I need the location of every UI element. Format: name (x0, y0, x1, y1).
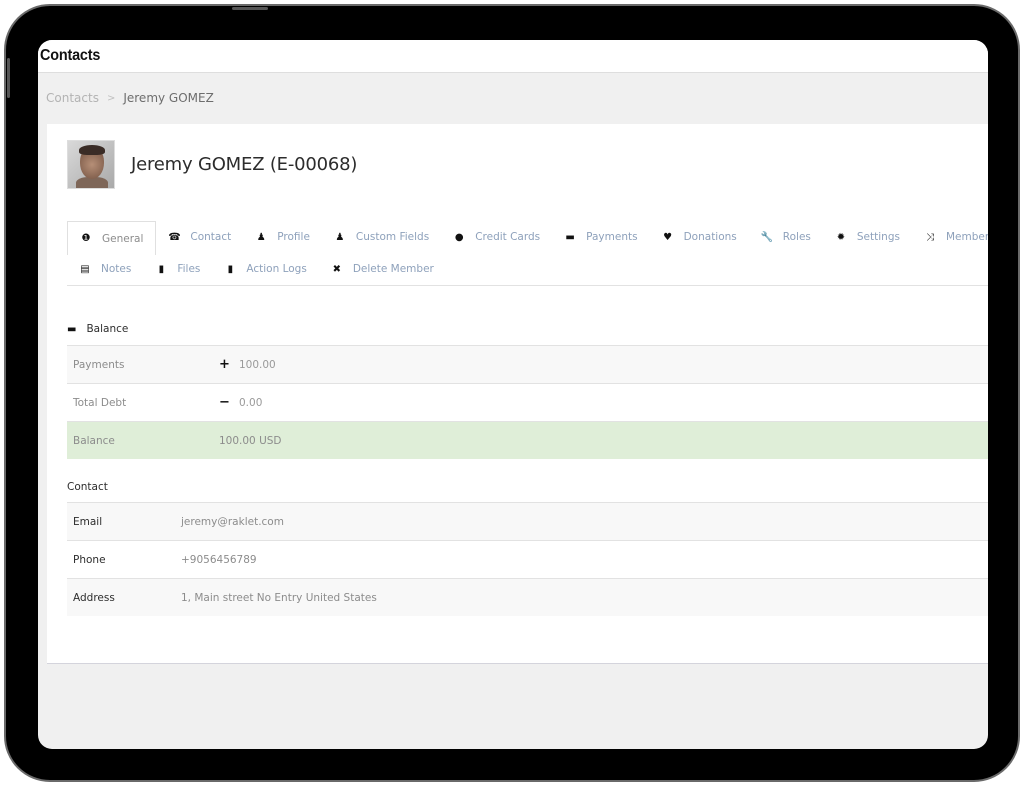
row-label: Address (73, 591, 115, 604)
credit-card-icon: ▬ (67, 323, 77, 335)
tab-delete-member[interactable]: ✖ Delete Member (319, 254, 446, 284)
tab-notes[interactable]: ▤ Notes (67, 254, 143, 284)
breadcrumb: Contacts > Jeremy GOMEZ (38, 73, 988, 123)
email-value[interactable]: jeremy@raklet.com (181, 516, 284, 528)
tab-label: Contact (190, 231, 232, 243)
tab-label: Files (177, 263, 201, 275)
gear-icon: ✹ (836, 231, 846, 243)
tab-donations[interactable]: ♥ Donations (650, 221, 749, 253)
tab-general[interactable]: ❶ General (67, 221, 157, 255)
contact-table: Email jeremy@raklet.com Phone +905645678… (67, 502, 988, 616)
tab-row-1: ❶ General ☎ Contact ♟ Profile ♟ Custom Fields ● C… (67, 221, 988, 255)
heart-icon: ♥ (663, 231, 673, 243)
tab-profile[interactable]: ♟ Profile (243, 221, 322, 253)
breadcrumb-current: Jeremy GOMEZ (123, 91, 214, 105)
page-title: Jeremy GOMEZ (E-00068) (131, 154, 358, 175)
balance-row-total-debt: Total Debt − 0.00 (67, 383, 988, 421)
user-icon: ♟ (256, 231, 266, 243)
tab-label: Payments (586, 231, 638, 243)
row-label: Payments (73, 358, 125, 371)
tab-label: Profile (277, 231, 310, 243)
shuffle-icon: ⤨ (925, 231, 934, 243)
tab-roles[interactable]: 🔧 Roles (749, 221, 823, 253)
plus-icon: + (219, 357, 230, 372)
app-title: Contacts (40, 47, 101, 64)
phone-icon: ☎ (168, 231, 181, 243)
address-value: 1, Main street No Entry United States (181, 591, 377, 604)
tab-label: Settings (856, 231, 900, 243)
balance-table: Payments + 100.00 Total Debt − 0.00 Bala… (67, 345, 988, 459)
contact-section-title: Contact (67, 481, 108, 493)
volume-button (232, 7, 268, 10)
balance-section-title: ▬ Balance (67, 323, 128, 335)
tab-label: Notes (101, 263, 132, 275)
contact-row-address: Address 1, Main street No Entry United S… (67, 578, 988, 616)
wrench-icon: 🔧 (760, 231, 774, 243)
row-label: Email (73, 515, 103, 528)
member-tabs: ❶ General ☎ Contact ♟ Profile ♟ Custom Fields ● C… (67, 221, 988, 286)
tab-row-2: ▤ Notes ▮ Files ▮ Action Logs ✖ Delete Member (67, 253, 988, 285)
profile-header: Jeremy GOMEZ (E-00068) (67, 140, 357, 189)
balance-row-payments: Payments + 100.00 (67, 345, 988, 383)
breadcrumb-root-link[interactable]: Contacts (46, 91, 99, 105)
tab-credit-cards[interactable]: ● Credit Cards (441, 221, 552, 253)
contact-row-email: Email jeremy@raklet.com (67, 502, 988, 540)
balance-row-balance: Balance 100.00 USD (67, 421, 988, 459)
user-icon: ♟ (335, 231, 345, 243)
tab-label: General (102, 232, 144, 245)
tab-label: Action Logs (246, 263, 307, 275)
tab-label: Roles (782, 231, 811, 243)
member-card: Jeremy GOMEZ (E-00068) ❶ General ☎ Contact ♟… (47, 124, 988, 664)
row-value: 100.00 USD (219, 434, 282, 447)
tab-files[interactable]: ▮ Files (143, 254, 212, 284)
tab-payments[interactable]: ▬ Payments (552, 221, 649, 253)
avatar (67, 140, 115, 189)
balance-title: Balance (86, 323, 129, 335)
minus-icon: − (219, 395, 230, 410)
app-bar: Contacts (38, 40, 988, 73)
row-label: Balance (73, 434, 115, 447)
contact-row-phone: Phone +9056456789 (67, 540, 988, 578)
file-icon: ▮ (227, 263, 234, 275)
tab-custom-fields[interactable]: ♟ Custom Fields (322, 221, 441, 253)
tab-settings[interactable]: ✹ Settings (823, 221, 912, 253)
tab-label: Donations (683, 231, 737, 243)
side-button (7, 58, 10, 98)
contact-title: Contact (67, 481, 108, 493)
row-label: Total Debt (73, 396, 127, 409)
tab-label: Custom Fields (355, 231, 430, 243)
row-value: 100.00 (239, 358, 276, 371)
screen: Contacts Contacts > Jeremy GOMEZ Jeremy … (38, 40, 988, 749)
tab-label: Delete Member (352, 263, 434, 275)
tab-action-logs[interactable]: ▮ Action Logs (212, 254, 318, 284)
circle-icon: ● (454, 231, 464, 243)
tab-label: Membership (945, 231, 988, 243)
phone-value: +9056456789 (181, 553, 257, 566)
tab-contact[interactable]: ☎ Contact (156, 221, 243, 253)
credit-card-icon: ▬ (565, 231, 575, 243)
tab-label: Credit Cards (475, 231, 541, 243)
info-circle-icon: ❶ (81, 233, 91, 244)
row-label: Phone (73, 553, 106, 566)
close-icon: ✖ (332, 263, 342, 275)
row-value: 0.00 (239, 396, 263, 409)
file-icon: ▮ (158, 263, 165, 275)
notes-icon: ▤ (80, 263, 90, 275)
breadcrumb-separator: > (106, 92, 116, 104)
tab-membership[interactable]: ⤨ Membership (912, 221, 988, 253)
